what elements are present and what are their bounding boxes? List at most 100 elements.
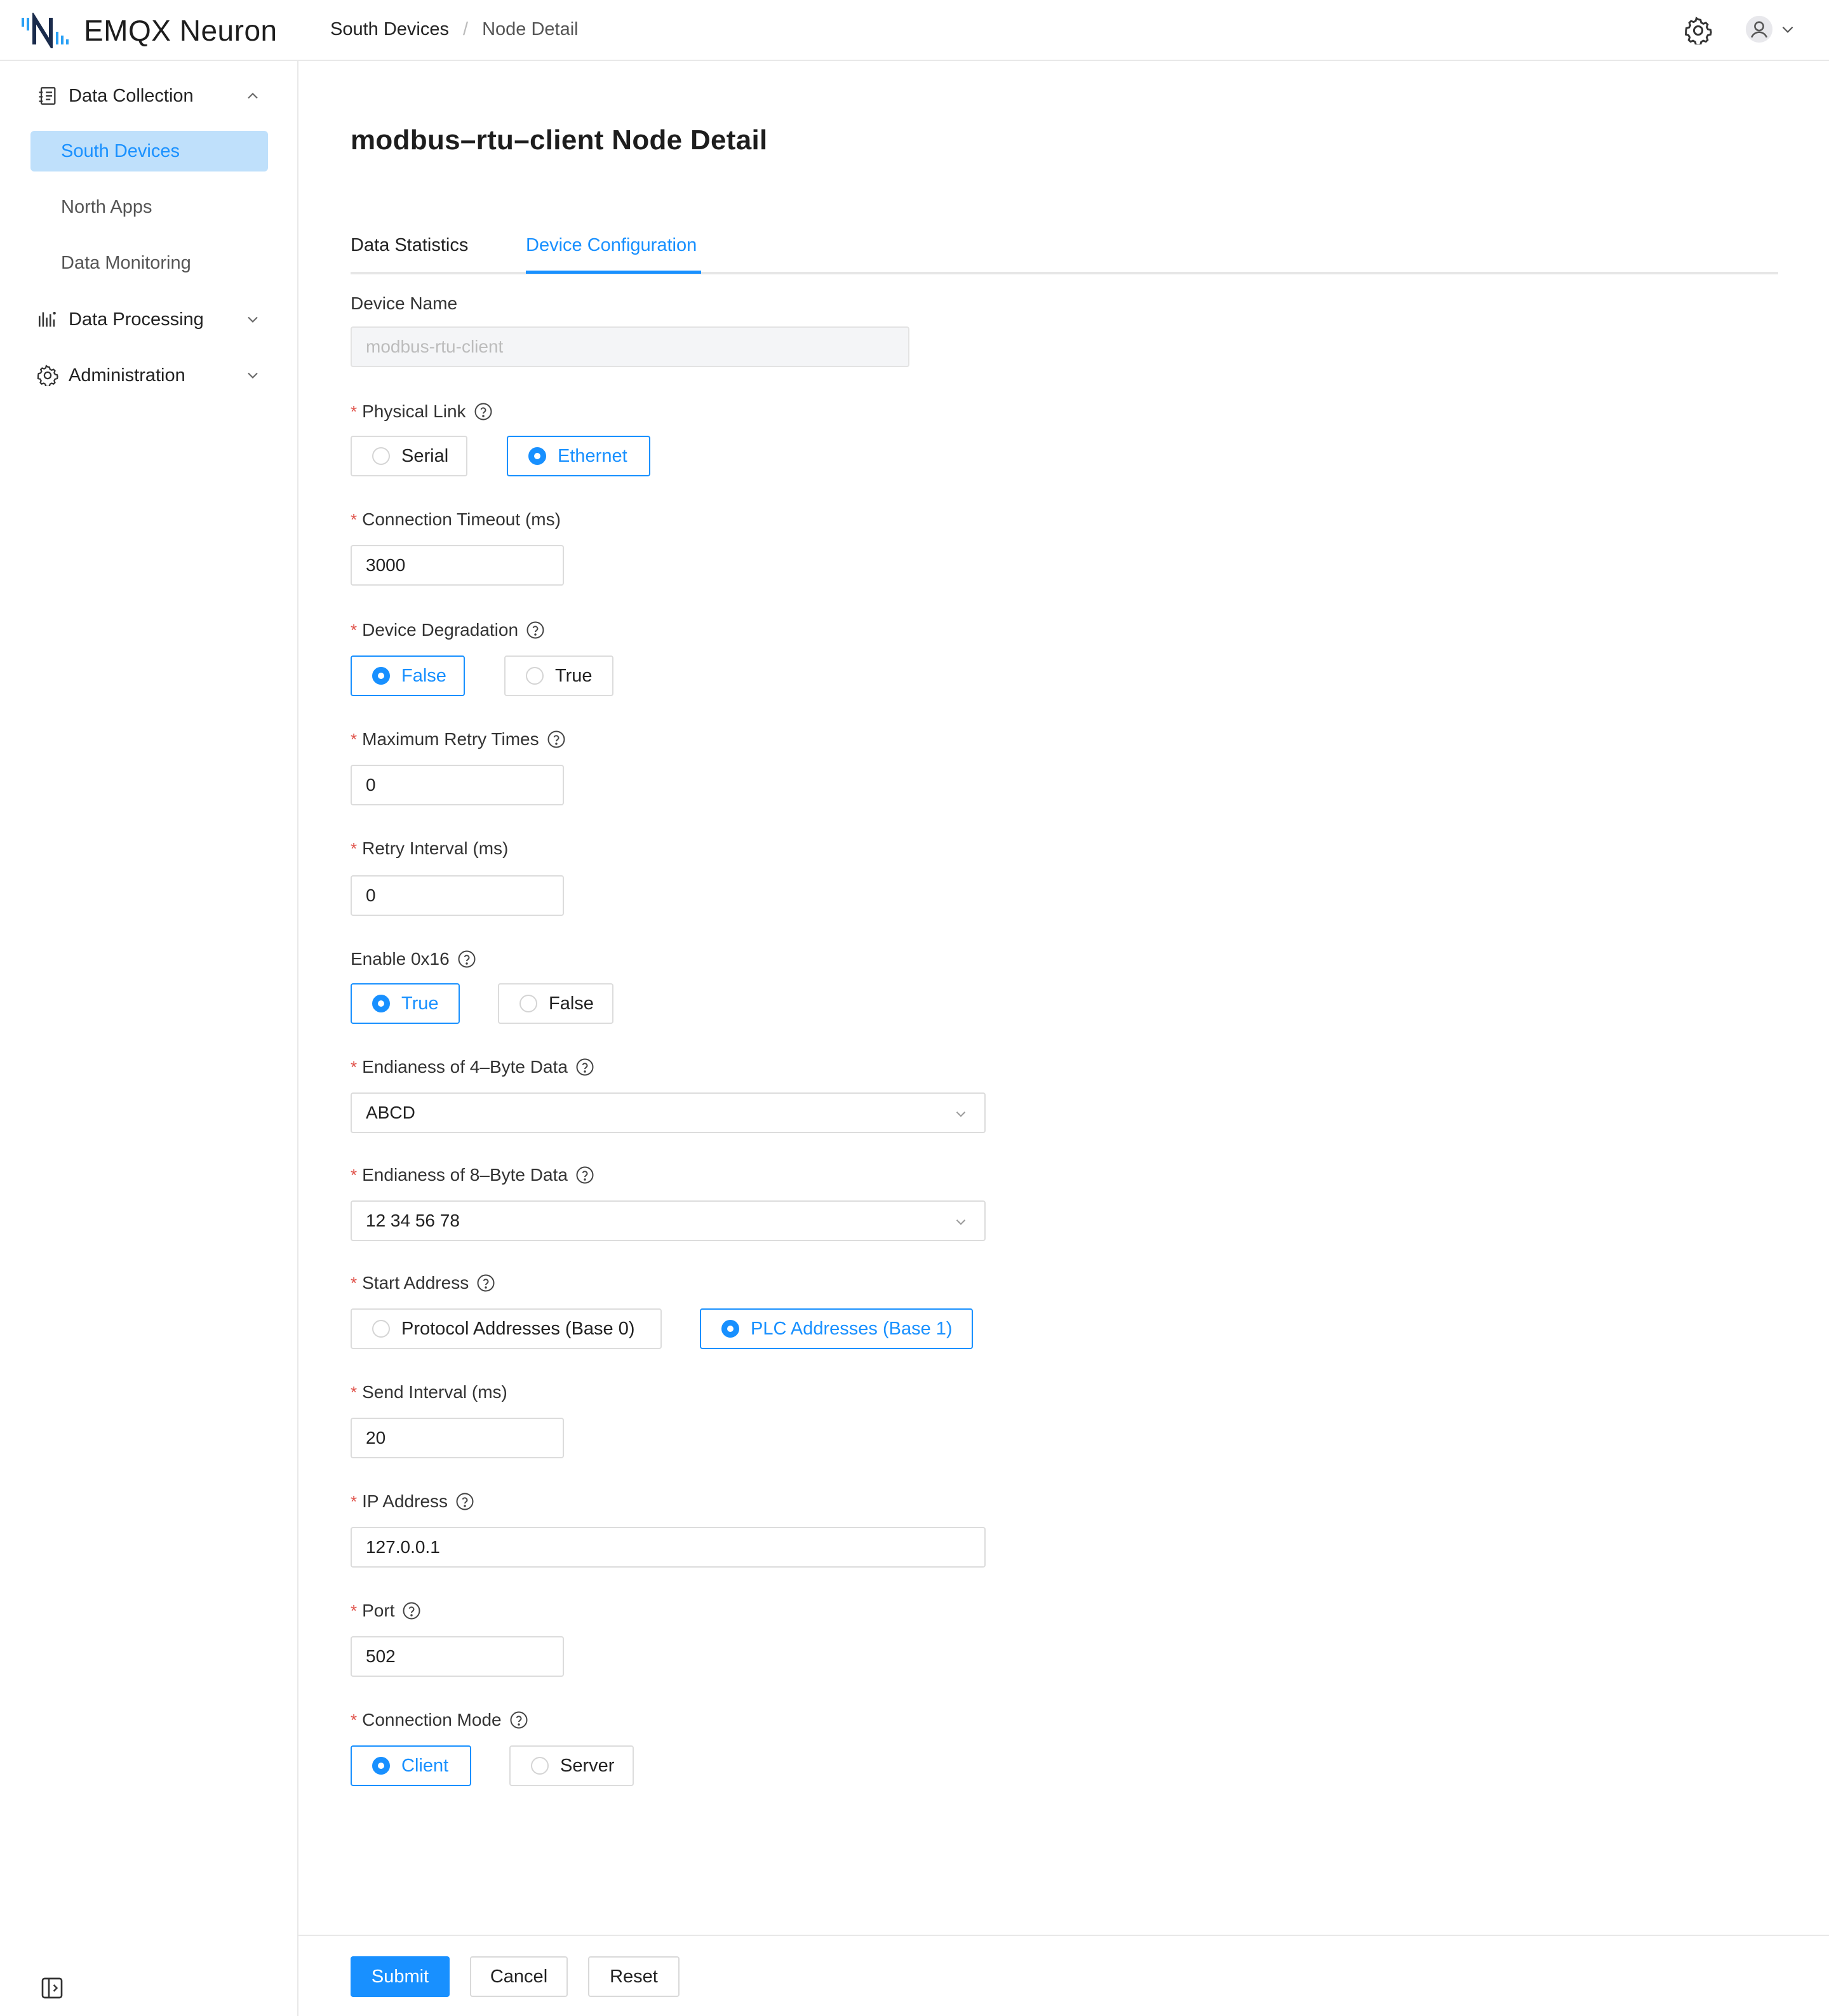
help-circle-icon[interactable]	[509, 1710, 528, 1730]
radio-circle-icon	[519, 995, 537, 1012]
help-circle-icon[interactable]	[455, 1492, 474, 1511]
neuron-logo-icon	[22, 13, 69, 48]
sidebar-group-label: Data Processing	[69, 309, 204, 330]
tab-data-statistics[interactable]: Data Statistics	[351, 235, 468, 256]
required-marker: *	[351, 1273, 358, 1293]
administration-gear-icon	[37, 365, 58, 386]
max-retry-times-input[interactable]: 0	[351, 765, 564, 805]
chevron-up-icon	[248, 93, 258, 99]
max-retry-times-label: * Maximum Retry Times	[351, 729, 566, 749]
connection-timeout-label: * Connection Timeout (ms)	[351, 509, 561, 530]
field-label-text: Connection Timeout (ms)	[362, 509, 561, 529]
user-menu[interactable]	[1745, 15, 1796, 43]
help-circle-icon[interactable]	[402, 1601, 421, 1620]
tab-bar: Data Statistics Device Configuration	[351, 235, 1778, 274]
start-address-label: * Start Address	[351, 1273, 495, 1293]
gear-icon[interactable]	[1684, 17, 1712, 44]
sidebar-group-label: Data Collection	[69, 85, 194, 106]
sidebar-collapse-icon[interactable]	[39, 1975, 65, 2001]
top-header: EMQX Neuron South Devices / Node Detail	[0, 0, 1829, 61]
field-label-text: Device Name	[351, 293, 458, 313]
radio-circle-icon	[372, 1320, 390, 1338]
help-circle-icon[interactable]	[575, 1058, 594, 1077]
field-label-text: Maximum Retry Times	[362, 729, 539, 749]
chevron-down-icon	[1782, 26, 1793, 33]
breadcrumb: South Devices / Node Detail	[330, 19, 579, 40]
required-marker: *	[351, 1601, 358, 1620]
field-label-text: Connection Mode	[362, 1710, 502, 1730]
submit-button[interactable]: Submit	[351, 1956, 450, 1997]
endianess-4-byte-label: * Endianess of 4–Byte Data	[351, 1057, 594, 1077]
radio-selected-icon	[372, 1757, 390, 1775]
chevron-down-icon	[248, 372, 258, 379]
retry-interval-label: * Retry Interval (ms)	[351, 838, 508, 859]
radio-label: Client	[401, 1755, 449, 1776]
connection-timeout-input[interactable]: 3000	[351, 545, 564, 586]
data-processing-icon	[38, 311, 56, 327]
radio-selected-icon	[372, 667, 390, 685]
start-address-protocol-radio[interactable]: Protocol Addresses (Base 0)	[351, 1308, 662, 1349]
endianess-8-byte-label: * Endianess of 8–Byte Data	[351, 1165, 594, 1185]
sidebar-group-label: Administration	[69, 365, 185, 386]
help-circle-icon[interactable]	[474, 402, 493, 421]
sidebar-group-data-processing[interactable]: Data Processing	[0, 297, 298, 342]
endianess-4-byte-select[interactable]: ABCD	[351, 1092, 986, 1133]
sidebar-group-data-collection[interactable]: Data Collection	[0, 74, 298, 118]
radio-circle-icon	[531, 1757, 549, 1775]
radio-selected-icon	[528, 447, 546, 465]
device-degradation-false-radio[interactable]: False	[351, 655, 465, 696]
help-circle-icon[interactable]	[476, 1273, 495, 1293]
sidebar-item-south-devices[interactable]: South Devices	[30, 131, 268, 171]
field-label-text: Enable 0x16	[351, 949, 450, 969]
retry-interval-input[interactable]: 0	[351, 875, 564, 916]
connection-mode-server-radio[interactable]: Server	[509, 1745, 634, 1786]
app-name: EMQX Neuron	[84, 14, 278, 47]
physical-link-ethernet-radio[interactable]: Ethernet	[507, 436, 650, 476]
radio-label: True	[401, 993, 439, 1014]
reset-button[interactable]: Reset	[588, 1956, 680, 1997]
port-label: * Port	[351, 1601, 421, 1621]
send-interval-input[interactable]: 20	[351, 1418, 564, 1458]
ip-address-input[interactable]: 127.0.0.1	[351, 1527, 986, 1568]
breadcrumb-south-devices[interactable]: South Devices	[330, 19, 449, 40]
field-label-text: Send Interval (ms)	[362, 1382, 507, 1402]
required-marker: *	[351, 1057, 358, 1077]
device-name-label: Device Name	[351, 293, 457, 314]
breadcrumb-node-detail: Node Detail	[482, 19, 579, 39]
required-marker: *	[351, 1491, 358, 1511]
radio-label: Ethernet	[558, 445, 627, 466]
help-circle-icon[interactable]	[526, 621, 545, 640]
chevron-down-icon	[248, 316, 258, 323]
endianess-8-byte-select[interactable]: 12 34 56 78	[351, 1200, 986, 1241]
sidebar-item-north-apps[interactable]: North Apps	[30, 187, 268, 227]
app-logo[interactable]: EMQX Neuron	[20, 13, 278, 48]
ip-address-label: * IP Address	[351, 1491, 474, 1512]
breadcrumb-separator: /	[463, 19, 469, 39]
sidebar-group-administration[interactable]: Administration	[0, 353, 298, 398]
physical-link-label: * Physical Link	[351, 401, 493, 422]
enable-0x16-true-radio[interactable]: True	[351, 983, 460, 1024]
help-circle-icon[interactable]	[457, 950, 476, 969]
help-circle-icon[interactable]	[575, 1166, 594, 1185]
field-label-text: Endianess of 4–Byte Data	[362, 1057, 568, 1077]
start-address-plc-radio[interactable]: PLC Addresses (Base 1)	[700, 1308, 973, 1349]
connection-mode-client-radio[interactable]: Client	[351, 1745, 471, 1786]
sidebar-item-data-monitoring[interactable]: Data Monitoring	[30, 243, 268, 283]
tab-device-configuration[interactable]: Device Configuration	[526, 235, 697, 256]
enable-0x16-false-radio[interactable]: False	[498, 983, 613, 1024]
field-label-text: Device Degradation	[362, 620, 519, 640]
required-marker: *	[351, 1165, 358, 1185]
page-title: modbus–rtu–client Node Detail	[351, 124, 768, 156]
connection-mode-label: * Connection Mode	[351, 1710, 528, 1730]
chevron-down-icon	[956, 1112, 966, 1117]
help-circle-icon[interactable]	[547, 730, 566, 749]
physical-link-serial-radio[interactable]: Serial	[351, 436, 467, 476]
select-value: 12 34 56 78	[366, 1211, 460, 1230]
cancel-button[interactable]: Cancel	[470, 1956, 568, 1997]
select-value: ABCD	[366, 1103, 415, 1122]
port-input[interactable]: 502	[351, 1636, 564, 1677]
field-label-text: Start Address	[362, 1273, 469, 1293]
required-marker: *	[351, 401, 358, 421]
radio-label: True	[555, 665, 593, 686]
device-degradation-true-radio[interactable]: True	[504, 655, 613, 696]
